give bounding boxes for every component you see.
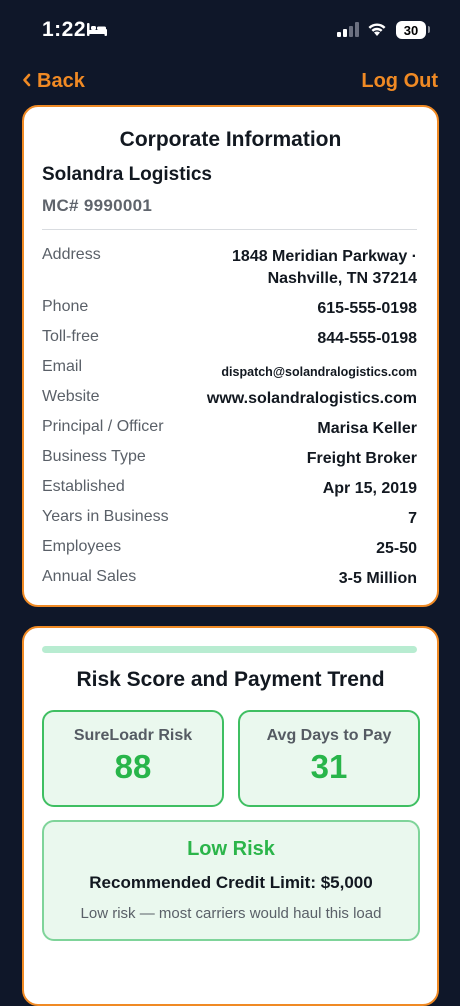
risk-note: Low risk — most carriers would haul this… [80,905,382,922]
info-row-toll-free: Toll-free 844-555-0198 [42,328,417,350]
status-time: 1:22 [42,18,87,41]
years-value: 7 [408,510,417,527]
principal-value: Marisa Keller [317,420,417,437]
info-label: Employees [42,538,122,555]
info-row-business-type: Business Type Freight Broker [42,448,417,470]
avg-days-to-pay-value: 31 [310,748,348,785]
business-type-value: Freight Broker [306,450,417,467]
risk-summary-box: Low Risk Recommended Credit Limit: $5,00… [42,820,420,941]
battery-tip [428,26,430,33]
risk-indicator-bar [42,646,417,653]
email-value[interactable]: dispatch@solandralogistics.com [221,358,417,383]
info-label: Email [42,358,83,375]
signal-icon [337,22,359,42]
info-label: Phone [42,298,89,315]
status-bar: 1:22 30 [0,0,460,60]
avg-days-to-pay-label: Avg Days to Pay [266,727,392,744]
info-row-website: Website www.solandralogistics.com [42,388,417,410]
info-row-years: Years in Business 7 [42,508,417,530]
mc-number: MC# 9990001 [42,196,153,215]
info-label: Established [42,478,125,495]
sureloadr-risk-box: SureLoadr Risk 88 [42,710,224,807]
info-label: Address [42,246,101,263]
risk-score-title: Risk Score and Payment Trend [76,668,385,691]
phone-value[interactable]: 615-555-0198 [317,298,417,320]
info-row-established: Established Apr 15, 2019 [42,478,417,500]
info-label: Principal / Officer [42,418,164,435]
info-label: Annual Sales [42,568,137,585]
back-label: Back [37,70,85,92]
company-name: Solandra Logistics [42,164,212,185]
back-button[interactable]: Back [22,70,85,93]
website-value[interactable]: www.solandralogistics.com [207,388,417,410]
corporate-info-title: Corporate Information [119,128,342,151]
corporate-info-card: Corporate Information Solandra Logistics… [22,105,439,607]
chevron-left-icon [22,70,31,93]
logout-button[interactable]: Log Out [361,70,438,93]
credit-limit: Recommended Credit Limit: $5,000 [89,873,373,892]
avg-days-to-pay-box: Avg Days to Pay 31 [238,710,420,807]
address-line-1: 1848 Meridian Parkway · [232,248,417,265]
info-row-employees: Employees 25-50 [42,538,417,560]
sureloadr-risk-value: 88 [114,748,152,785]
info-label: Toll-free [42,328,99,345]
risk-level: Low Risk [187,838,275,860]
annual-sales-value: 3-5 Million [338,570,417,587]
employees-value: 25-50 [376,540,417,557]
divider [42,229,417,230]
info-row-phone: Phone 615-555-0198 [42,298,417,320]
battery-icon: 30 [396,21,426,39]
info-row-email: Email dispatch@solandralogistics.com [42,358,417,383]
info-row-principal: Principal / Officer Marisa Keller [42,418,417,440]
info-label: Website [42,388,100,405]
bed-icon [86,21,108,42]
info-row-address: Address 1848 Meridian Parkway · Nashvill… [42,246,417,290]
wifi-icon [367,21,387,41]
sureloadr-risk-label: SureLoadr Risk [73,727,193,744]
info-row-annual-sales: Annual Sales 3-5 Million [42,568,417,590]
address-value: 1848 Meridian Parkway · Nashville, TN 37… [232,246,417,290]
risk-score-card: Risk Score and Payment Trend SureLoadr R… [22,626,439,1006]
established-value: Apr 15, 2019 [322,480,417,497]
toll-free-value[interactable]: 844-555-0198 [317,328,417,350]
address-line-2: Nashville, TN 37214 [267,270,417,287]
info-label: Years in Business [42,508,169,525]
info-label: Business Type [42,448,146,465]
